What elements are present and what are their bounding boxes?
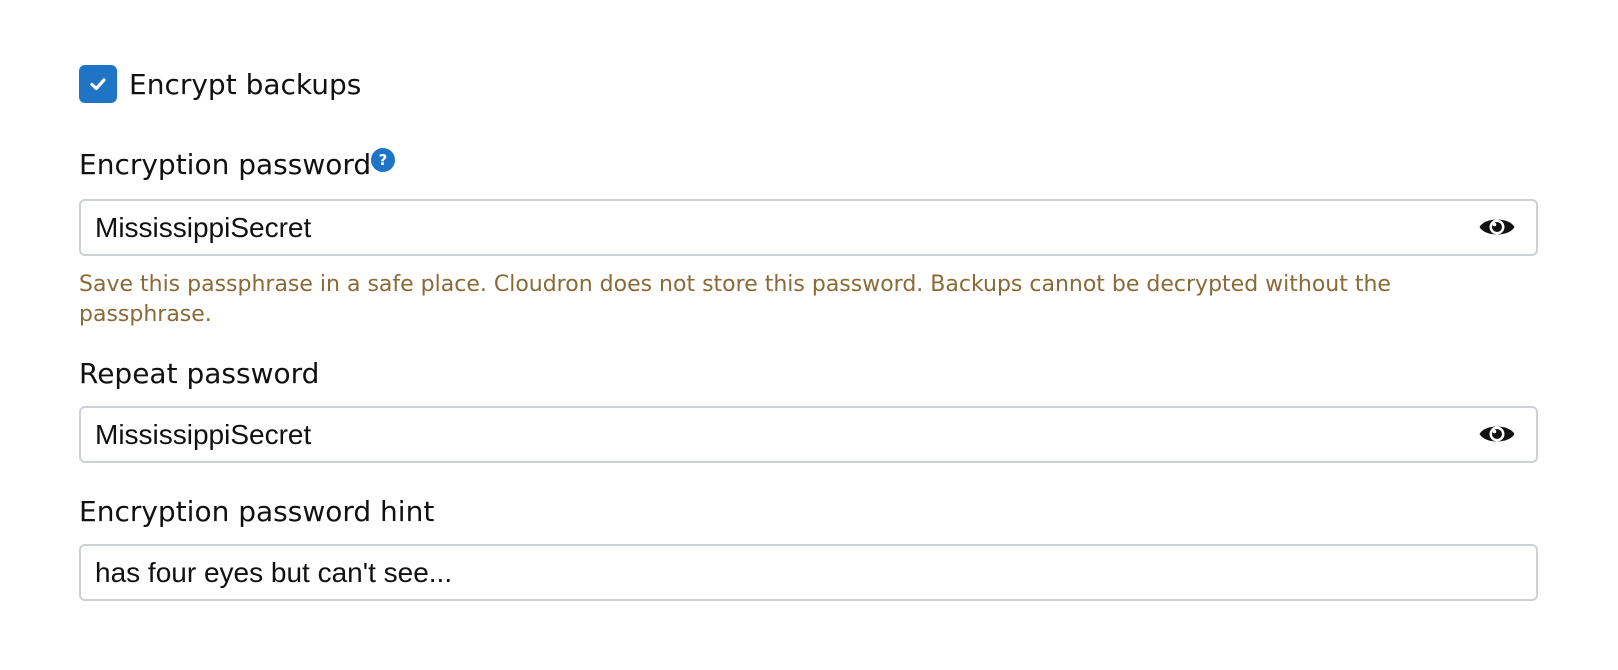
encrypt-backups-label[interactable]: Encrypt backups	[129, 68, 361, 101]
question-circle-icon[interactable]: ?	[371, 148, 395, 172]
password-hint-label: Encryption password hint	[79, 495, 435, 528]
checkmark-icon	[90, 78, 106, 91]
encrypt-backups-checkbox[interactable]	[79, 65, 117, 103]
eye-icon[interactable]	[1478, 212, 1516, 242]
encrypt-backups-row: Encrypt backups	[79, 65, 361, 103]
password-hint-input[interactable]	[95, 546, 1455, 599]
passphrase-warning: Save this passphrase in a safe place. Cl…	[79, 272, 1391, 327]
password-hint-field	[79, 544, 1538, 601]
repeat-password-input[interactable]	[95, 408, 1455, 461]
eye-icon[interactable]	[1478, 419, 1516, 449]
encryption-password-input[interactable]	[95, 201, 1455, 254]
encryption-password-field	[79, 199, 1538, 256]
repeat-password-label: Repeat password	[79, 357, 320, 390]
encryption-password-label: Encryption password	[79, 148, 372, 181]
repeat-password-field	[79, 406, 1538, 463]
